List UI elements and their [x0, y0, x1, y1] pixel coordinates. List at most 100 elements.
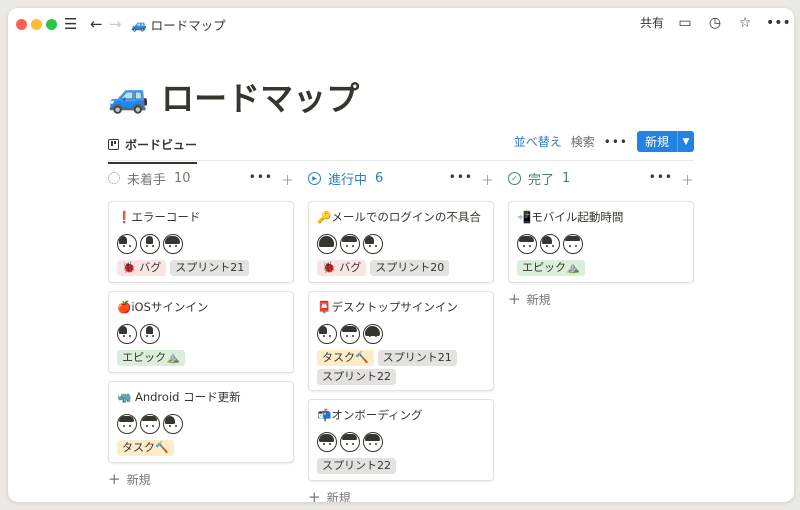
column-count: 6	[375, 170, 384, 186]
card-assignees	[117, 414, 183, 434]
card-assignees	[317, 234, 383, 254]
card-tags: エピック⛰️	[517, 260, 687, 276]
avatar	[540, 234, 560, 254]
avatar	[317, 432, 337, 452]
card-tags: タスク🔨	[117, 440, 287, 456]
avatar	[563, 234, 583, 254]
top-bar: ☰ ← → 🚙 ロードマップ 共有 ▭ ◷ ☆ •••	[8, 8, 794, 40]
column-name[interactable]: 完了	[528, 169, 554, 188]
sidebar-menu-icon[interactable]: ☰	[64, 14, 77, 34]
status-in-progress-icon: ▶	[308, 171, 321, 185]
column-name[interactable]: 進行中	[328, 169, 367, 188]
avatar	[340, 432, 360, 452]
avatar	[517, 234, 537, 254]
plus-icon: +	[108, 470, 121, 488]
card-tags: エピック⛰️	[117, 350, 287, 366]
board-card[interactable]: 📲モバイル起動時間 エピック⛰️	[508, 201, 694, 283]
column-header: 未着手 10 ••• ＋	[108, 168, 294, 189]
add-card-button[interactable]: + 新規	[108, 470, 151, 488]
column-add-icon[interactable]: ＋	[281, 170, 294, 189]
column-header: ▶ 進行中 6 ••• ＋	[308, 168, 494, 189]
column-add-icon[interactable]: ＋	[681, 170, 694, 189]
card-title: 🔑メールでのログインの不具合	[317, 210, 481, 224]
avatar	[340, 324, 360, 344]
breadcrumb[interactable]: 🚙 ロードマップ	[131, 15, 226, 34]
back-arrow-icon[interactable]: ←	[90, 14, 103, 34]
board-card[interactable]: 🍎iOSサインイン エピック⛰️	[108, 291, 294, 373]
close-window-button[interactable]	[16, 19, 27, 30]
favorite-star-icon[interactable]: ☆	[736, 15, 754, 31]
new-button[interactable]: 新規 ▼	[636, 131, 694, 152]
board-view-icon	[108, 139, 119, 150]
tab-board-view[interactable]: ボードビュー	[108, 136, 198, 164]
chevron-down-icon[interactable]: ▼	[678, 131, 694, 152]
card-assignees	[517, 234, 583, 254]
tag-sprint: スプリント21	[170, 260, 250, 276]
column-more-icon[interactable]: •••	[449, 170, 473, 189]
card-assignees	[317, 324, 383, 344]
column-count: 1	[562, 170, 571, 186]
new-button-label[interactable]: 新規	[637, 131, 678, 152]
card-title: ❗エラーコード	[117, 210, 201, 224]
maximize-window-button[interactable]	[46, 19, 57, 30]
forward-arrow-icon[interactable]: →	[109, 14, 122, 34]
card-title: 📮デスクトップサインイン	[317, 300, 458, 314]
page-title-text[interactable]: ロードマップ	[161, 72, 359, 120]
card-title: 📲モバイル起動時間	[517, 210, 624, 224]
tab-board-view-label: ボードビュー	[125, 138, 198, 152]
avatar	[117, 414, 137, 434]
avatar	[317, 234, 337, 254]
comment-icon[interactable]: ▭	[676, 15, 694, 31]
add-card-button[interactable]: + 新規	[308, 488, 351, 502]
status-done-icon: ✓	[508, 171, 521, 185]
tag-task: タスク🔨	[317, 350, 374, 366]
column-more-icon[interactable]: •••	[649, 170, 673, 189]
share-button[interactable]: 共有	[640, 14, 664, 31]
tag-epic: エピック⛰️	[517, 260, 585, 276]
minimize-window-button[interactable]	[31, 19, 42, 30]
card-assignees	[117, 324, 160, 344]
column-add-icon[interactable]: ＋	[481, 170, 494, 189]
board-card[interactable]: 🔑メールでのログインの不具合 🐞 バグ スプリント20	[308, 201, 494, 283]
tag-epic: エピック⛰️	[117, 350, 185, 366]
add-card-button[interactable]: + 新規	[508, 290, 551, 308]
avatar	[117, 234, 137, 254]
plus-icon: +	[308, 488, 321, 502]
avatar	[340, 234, 360, 254]
avatar	[117, 324, 137, 344]
tag-task: タスク🔨	[117, 440, 174, 456]
column-name[interactable]: 未着手	[127, 169, 166, 188]
board-column-done: ✓ 完了 1 ••• ＋ 📲モバイル起動時間 エピック⛰️ + 新規	[508, 168, 694, 308]
card-title: 🍎iOSサインイン	[117, 300, 209, 314]
search-button[interactable]: 検索	[571, 133, 595, 150]
avatar	[163, 414, 183, 434]
avatar	[163, 234, 183, 254]
board-card[interactable]: ❗エラーコード 🐞 バグ スプリント21	[108, 201, 294, 283]
board-column-todo: 未着手 10 ••• ＋ ❗エラーコード 🐞 バグ スプリント21 🍎iOSサイ…	[108, 168, 294, 488]
add-card-label: 新規	[326, 490, 351, 503]
card-assignees	[317, 432, 383, 452]
column-count: 10	[174, 170, 191, 186]
avatar	[363, 432, 383, 452]
topbar-actions: 共有 ▭ ◷ ☆ •••	[640, 14, 791, 31]
sort-button[interactable]: 並べ替え	[514, 133, 562, 150]
history-clock-icon[interactable]: ◷	[706, 15, 724, 31]
avatar	[317, 324, 337, 344]
board-card[interactable]: 📬オンボーディング スプリント22	[308, 399, 494, 481]
tag-sprint: スプリント22	[317, 458, 396, 474]
board-card[interactable]: 🦏 Android コード更新 タスク🔨	[108, 381, 294, 463]
status-todo-icon	[108, 172, 120, 184]
card-assignees	[117, 234, 183, 254]
add-card-label: 新規	[526, 292, 551, 307]
more-options-icon[interactable]: •••	[766, 15, 791, 31]
avatar	[140, 324, 160, 344]
app-window: ☰ ← → 🚙 ロードマップ 共有 ▭ ◷ ☆ ••• 🚙 ロードマップ ボード…	[8, 8, 794, 502]
avatar	[363, 234, 383, 254]
board-card[interactable]: 📮デスクトップサインイン タスク🔨 スプリント21 スプリント22	[308, 291, 494, 391]
column-more-icon[interactable]: •••	[249, 170, 273, 189]
add-card-label: 新規	[126, 472, 151, 487]
tag-bug: 🐞 バグ	[317, 260, 367, 276]
view-more-icon[interactable]: •••	[604, 135, 628, 149]
view-actions: 並べ替え 検索 ••• 新規 ▼	[514, 131, 694, 152]
tag-sprint: スプリント20	[370, 260, 450, 276]
